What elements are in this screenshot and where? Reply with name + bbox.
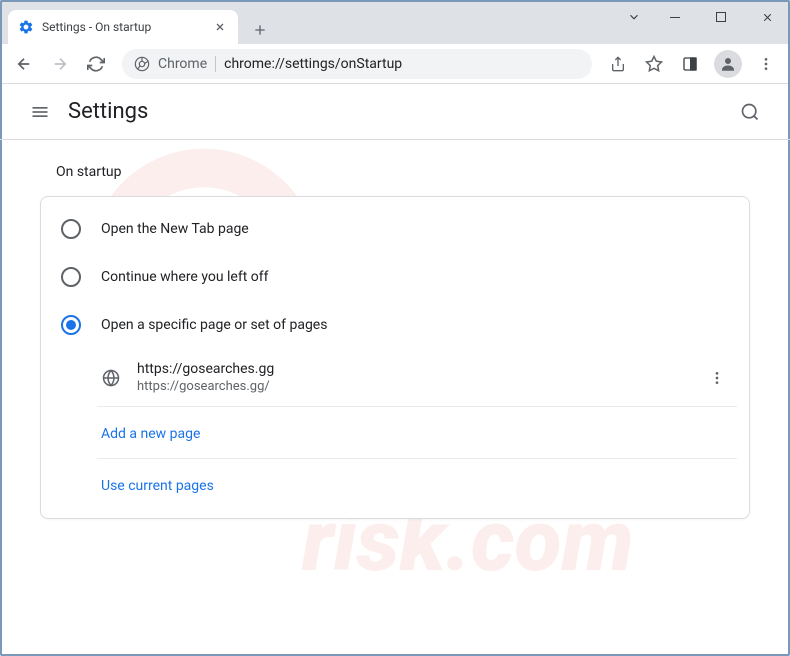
gear-icon (18, 19, 34, 35)
bookmark-icon[interactable] (638, 48, 670, 80)
more-icon[interactable] (701, 362, 733, 394)
startup-page-row: https://gosearches.gg https://gosearches… (97, 349, 737, 407)
hamburger-menu-icon[interactable] (20, 92, 60, 132)
link-label: Use current pages (101, 478, 214, 494)
share-icon[interactable] (602, 48, 634, 80)
radio-icon (61, 315, 81, 335)
link-label: Add a new page (101, 426, 200, 442)
radio-label: Continue where you left off (101, 269, 269, 285)
globe-icon (101, 368, 121, 388)
chevron-down-icon[interactable] (616, 0, 652, 34)
page-url: https://gosearches.gg/ (137, 379, 685, 394)
maximize-button[interactable] (698, 0, 744, 34)
search-icon[interactable] (730, 92, 770, 132)
radio-label: Open the New Tab page (101, 221, 249, 237)
section-heading: On startup (40, 164, 750, 180)
divider (215, 56, 216, 72)
radio-icon (61, 267, 81, 287)
back-button[interactable] (8, 48, 40, 80)
close-window-button[interactable] (744, 0, 790, 34)
chrome-icon (134, 56, 150, 72)
close-icon[interactable] (212, 19, 228, 35)
reload-button[interactable] (80, 48, 112, 80)
minimize-button[interactable] (652, 0, 698, 34)
radio-specific-pages[interactable]: Open a specific page or set of pages (41, 301, 749, 349)
use-current-pages-link[interactable]: Use current pages (97, 459, 737, 510)
browser-tab[interactable]: Settings - On startup (8, 10, 238, 44)
forward-button[interactable] (44, 48, 76, 80)
startup-card: Open the New Tab page Continue where you… (40, 196, 750, 519)
add-page-link[interactable]: Add a new page (97, 407, 737, 459)
menu-icon[interactable] (750, 48, 782, 80)
radio-open-new-tab[interactable]: Open the New Tab page (41, 205, 749, 253)
page-title: Settings (68, 99, 148, 124)
side-panel-icon[interactable] (674, 48, 706, 80)
radio-label: Open a specific page or set of pages (101, 317, 327, 333)
radio-continue[interactable]: Continue where you left off (41, 253, 749, 301)
profile-avatar[interactable] (714, 50, 742, 78)
radio-icon (61, 219, 81, 239)
address-bar[interactable]: Chrome chrome://settings/onStartup (122, 49, 592, 79)
omnibox-url: chrome://settings/onStartup (224, 56, 402, 72)
omnibox-origin: Chrome (158, 56, 207, 72)
new-tab-button[interactable] (246, 16, 274, 44)
tab-title: Settings - On startup (42, 20, 204, 34)
page-name: https://gosearches.gg (137, 361, 685, 377)
